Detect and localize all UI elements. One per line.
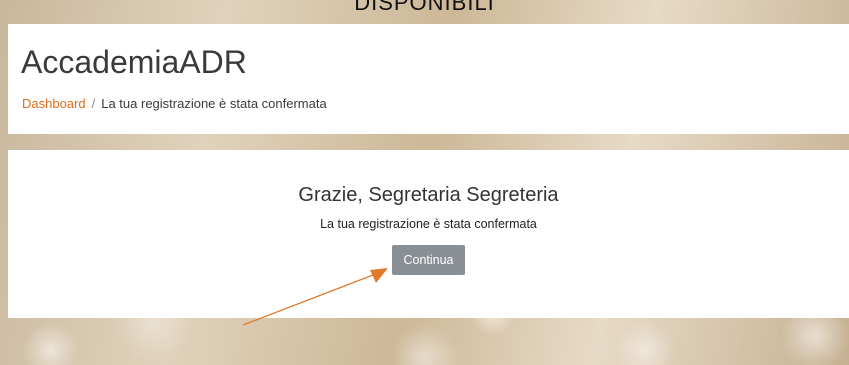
confirmation-card: Grazie, Segretaria Segreteria La tua reg… xyxy=(8,150,849,318)
continue-button[interactable]: Continua xyxy=(392,245,465,275)
breadcrumb-dashboard-link[interactable]: Dashboard xyxy=(22,96,86,111)
site-name: AccademiaADR xyxy=(21,44,247,80)
confirmation-message: La tua registrazione è stata confermata xyxy=(320,217,537,231)
page-header: AccademiaADR Dashboard / La tua registrazi… xyxy=(8,24,849,134)
confirmation-content: Grazie, Segretaria Segreteria La tua reg… xyxy=(8,184,849,275)
breadcrumb: Dashboard / La tua registrazione è stata c… xyxy=(22,96,327,111)
banner-title: DISPONIBILI xyxy=(354,0,495,15)
breadcrumb-separator: / xyxy=(91,96,96,111)
top-banner: DISPONIBILI xyxy=(0,0,849,24)
breadcrumb-current: La tua registrazione è stata confermata xyxy=(101,96,327,111)
greeting-heading: Grazie, Segretaria Segreteria xyxy=(298,184,559,206)
